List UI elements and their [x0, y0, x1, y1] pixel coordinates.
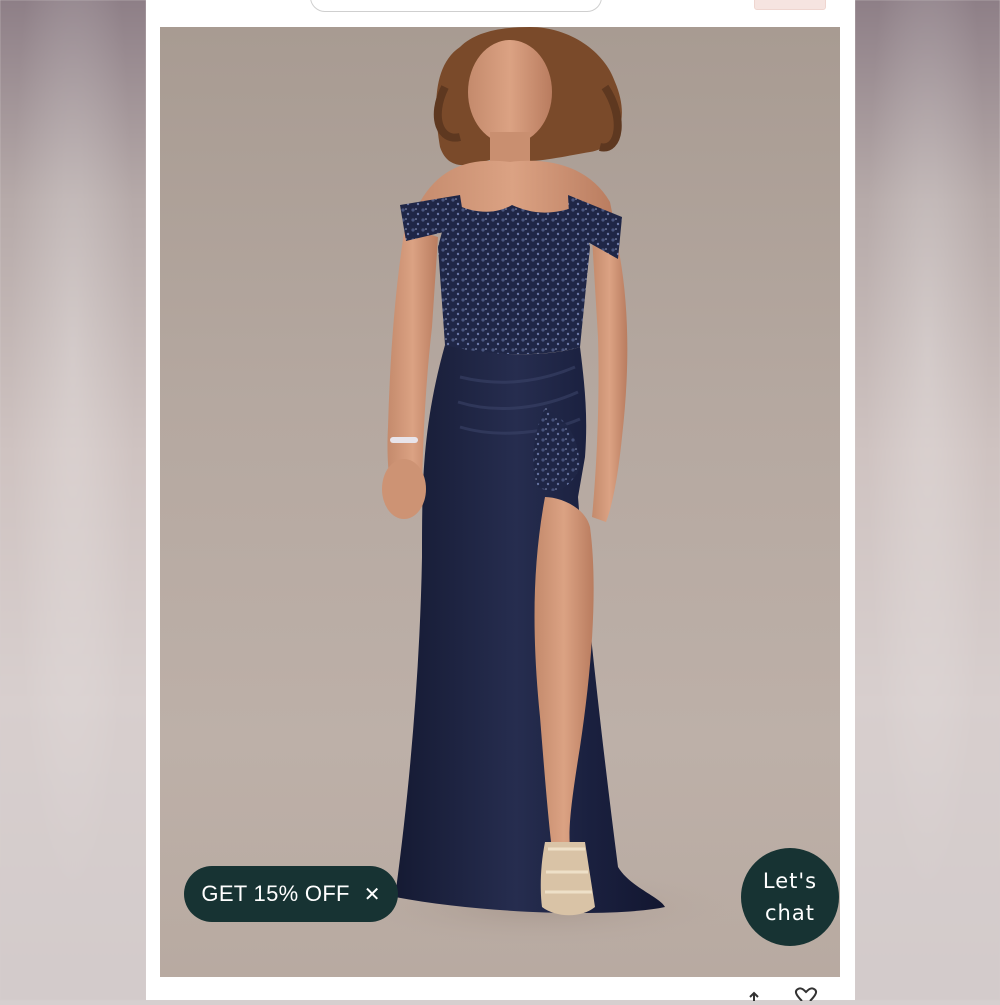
product-card: GET 15% OFF ✕ Let's chat: [146, 0, 855, 1002]
search-input[interactable]: [310, 0, 602, 12]
product-photo[interactable]: [160, 27, 840, 977]
promo-label: GET 15% OFF: [201, 881, 350, 906]
chat-button[interactable]: Let's chat: [741, 848, 839, 946]
top-action-button[interactable]: [754, 0, 826, 10]
bottom-icon-bar: [744, 986, 844, 1002]
close-icon[interactable]: ✕: [364, 884, 381, 904]
blurred-backdrop-right: [855, 0, 1000, 1000]
heart-icon[interactable]: [794, 987, 818, 1002]
model-illustration: [340, 27, 740, 947]
blurred-backdrop-left: [0, 0, 146, 1000]
promo-discount-button[interactable]: GET 15% OFF ✕: [184, 866, 398, 922]
top-bar: [146, 0, 855, 24]
chat-label: Let's chat: [762, 869, 818, 925]
